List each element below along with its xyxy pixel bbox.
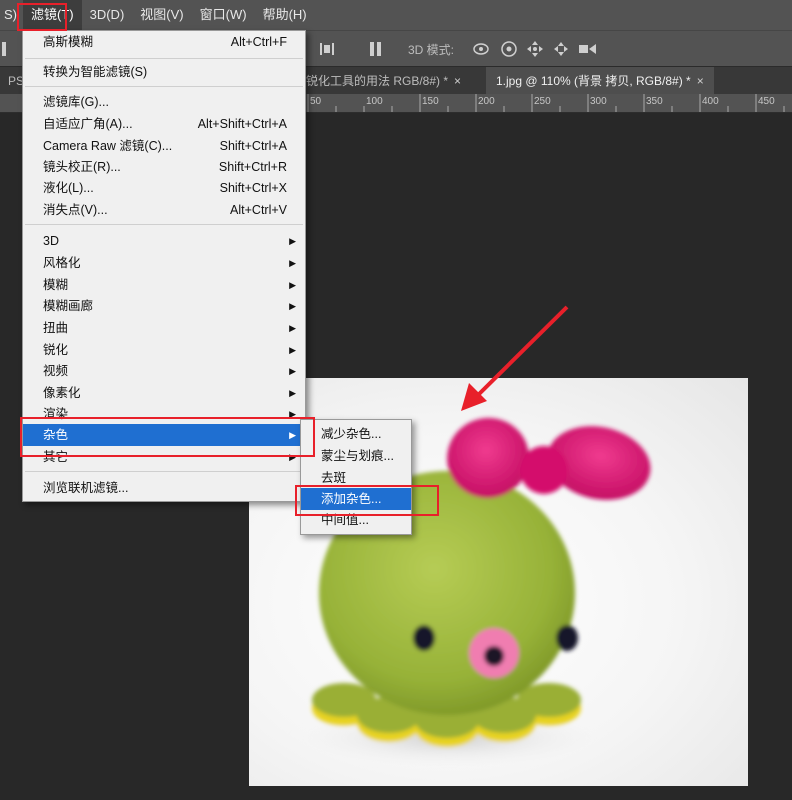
menu-item-shortcut: Alt+Shift+Ctrl+A bbox=[197, 117, 287, 131]
close-icon[interactable]: × bbox=[454, 74, 461, 88]
submenu-item-label: 减少杂色... bbox=[321, 427, 382, 441]
menu-3d[interactable]: 3D(D) bbox=[82, 0, 133, 30]
menu-item-stylize[interactable]: 风格化 ▶ bbox=[23, 252, 305, 274]
menu-item-browse-online-filters[interactable]: 浏览联机滤镜... bbox=[23, 477, 305, 499]
close-icon[interactable]: × bbox=[697, 74, 704, 88]
noise-submenu: 减少杂色... 蒙尘与划痕... 去斑 添加杂色... 中间值... bbox=[300, 419, 412, 535]
3d-slide-icon[interactable] bbox=[552, 40, 570, 58]
menu-item-convert-smart-filter[interactable]: 转换为智能滤镜(S) bbox=[23, 61, 305, 83]
menu-item-blur-gallery[interactable]: 模糊画廊 ▶ bbox=[23, 295, 305, 317]
3d-roll-icon[interactable] bbox=[500, 40, 518, 58]
menu-separator bbox=[25, 471, 303, 472]
submenu-arrow-icon: ▶ bbox=[289, 258, 296, 268]
menu-item-label: 3D bbox=[43, 234, 59, 248]
align-icon[interactable] bbox=[2, 42, 8, 56]
ruler-label: 300 bbox=[590, 96, 607, 107]
menu-item-distort[interactable]: 扭曲 ▶ bbox=[23, 317, 305, 339]
menu-item-gaussian-blur[interactable]: 高斯模糊 Alt+Ctrl+F bbox=[23, 31, 305, 53]
annotation-box-filter-menu bbox=[17, 3, 67, 31]
menu-item-shortcut: Shift+Ctrl+A bbox=[219, 139, 287, 153]
menu-item-filter-gallery[interactable]: 滤镜库(G)... bbox=[23, 91, 305, 113]
tab-1jpg[interactable]: 1.jpg @ 110% (背景 拷贝, RGB/8#) * × bbox=[486, 67, 714, 95]
menu-separator bbox=[25, 58, 303, 59]
submenu-item-label: 蒙尘与划痕... bbox=[321, 449, 394, 463]
menu-item-label: 模糊 bbox=[43, 278, 69, 292]
ruler-label: 200 bbox=[478, 96, 495, 107]
menu-item-label: 像素化 bbox=[43, 386, 81, 400]
menu-item-blur[interactable]: 模糊 ▶ bbox=[23, 274, 305, 296]
menu-item-label: 高斯模糊 bbox=[43, 35, 94, 49]
submenu-item-reduce-noise[interactable]: 减少杂色... bbox=[301, 423, 411, 445]
ruler-label: 50 bbox=[310, 96, 322, 107]
menu-item-adaptive-wide-angle[interactable]: 自适应广角(A)... Alt+Shift+Ctrl+A bbox=[23, 113, 305, 135]
menu-item-vanishing-point[interactable]: 消失点(V)... Alt+Ctrl+V bbox=[23, 199, 305, 221]
menu-item-liquify[interactable]: 液化(L)... Shift+Ctrl+X bbox=[23, 177, 305, 199]
ruler-label: 100 bbox=[366, 96, 383, 107]
auto-align-icon[interactable] bbox=[368, 41, 384, 57]
3d-pan-icon[interactable] bbox=[526, 40, 544, 58]
3d-mode-label: 3D 模式: bbox=[408, 43, 455, 57]
submenu-item-dust-scratches[interactable]: 蒙尘与划痕... bbox=[301, 445, 411, 467]
menu-item-label: 风格化 bbox=[43, 256, 81, 270]
ruler-label: 250 bbox=[534, 96, 551, 107]
menu-item-label: 液化(L)... bbox=[43, 181, 94, 195]
menu-item-shortcut: Alt+Ctrl+V bbox=[230, 203, 287, 217]
menu-item-shortcut: Alt+Ctrl+F bbox=[230, 35, 287, 49]
menu-item-label: 镜头校正(R)... bbox=[43, 160, 121, 174]
menu-item-video[interactable]: 视频 ▶ bbox=[23, 360, 305, 382]
menu-item-3d[interactable]: 3D ▶ bbox=[23, 230, 305, 252]
menu-item-pixelate[interactable]: 像素化 ▶ bbox=[23, 382, 305, 404]
menu-separator bbox=[25, 86, 303, 87]
tab-label: 锐化工具的用法 RGB/8#) * bbox=[306, 74, 449, 88]
distribute-icon[interactable] bbox=[318, 41, 338, 57]
submenu-arrow-icon: ▶ bbox=[289, 388, 296, 398]
tab-label: 1.jpg @ 110% (背景 拷贝, RGB/8#) * bbox=[496, 74, 691, 88]
3d-rotate-icon[interactable] bbox=[472, 41, 490, 57]
annotation-arrow bbox=[461, 305, 569, 411]
tab-sharpen-doc[interactable]: 锐化工具的用法 RGB/8#) * × bbox=[306, 67, 461, 95]
menu-item-sharpen[interactable]: 锐化 ▶ bbox=[23, 339, 305, 361]
annotation-box-noise-item bbox=[20, 417, 315, 457]
menu-item-label: Camera Raw 滤镜(C)... bbox=[43, 139, 173, 153]
submenu-arrow-icon: ▶ bbox=[289, 236, 296, 246]
menu-item-shortcut: Shift+Ctrl+X bbox=[219, 181, 287, 195]
menu-view[interactable]: 视图(V) bbox=[132, 0, 191, 30]
submenu-arrow-icon: ▶ bbox=[289, 345, 296, 355]
menu-item-label: 消失点(V)... bbox=[43, 203, 108, 217]
menu-item-camera-raw[interactable]: Camera Raw 滤镜(C)... Shift+Ctrl+A bbox=[23, 135, 305, 157]
ruler-label: 400 bbox=[702, 96, 719, 107]
submenu-arrow-icon: ▶ bbox=[289, 280, 296, 290]
menu-item-label: 滤镜库(G)... bbox=[43, 95, 109, 109]
menu-item-label: 自适应广角(A)... bbox=[43, 117, 133, 131]
menu-item-label: 转换为智能滤镜(S) bbox=[43, 65, 148, 79]
menu-bar: S) 滤镜(T) 3D(D) 视图(V) 窗口(W) 帮助(H) bbox=[0, 0, 792, 30]
3d-scale-icon[interactable] bbox=[578, 42, 598, 56]
menu-item-label: 扭曲 bbox=[43, 321, 69, 335]
menu-window[interactable]: 窗口(W) bbox=[192, 0, 255, 30]
ruler-label: 350 bbox=[646, 96, 663, 107]
menu-item-label: 锐化 bbox=[43, 343, 69, 357]
ruler-label: 450 bbox=[758, 96, 775, 107]
submenu-arrow-icon: ▶ bbox=[289, 323, 296, 333]
menu-separator bbox=[25, 224, 303, 225]
menu-help[interactable]: 帮助(H) bbox=[255, 0, 315, 30]
menu-item-label: 浏览联机滤镜... bbox=[43, 481, 129, 495]
menu-item-lens-correction[interactable]: 镜头校正(R)... Shift+Ctrl+R bbox=[23, 156, 305, 178]
submenu-arrow-icon: ▶ bbox=[289, 366, 296, 376]
annotation-box-add-noise bbox=[295, 485, 439, 516]
ruler-label: 150 bbox=[422, 96, 439, 107]
submenu-arrow-icon: ▶ bbox=[289, 301, 296, 311]
menu-item-label: 视频 bbox=[43, 364, 69, 378]
menu-item-shortcut: Shift+Ctrl+R bbox=[218, 160, 287, 174]
menu-item-label: 模糊画廊 bbox=[43, 299, 94, 313]
